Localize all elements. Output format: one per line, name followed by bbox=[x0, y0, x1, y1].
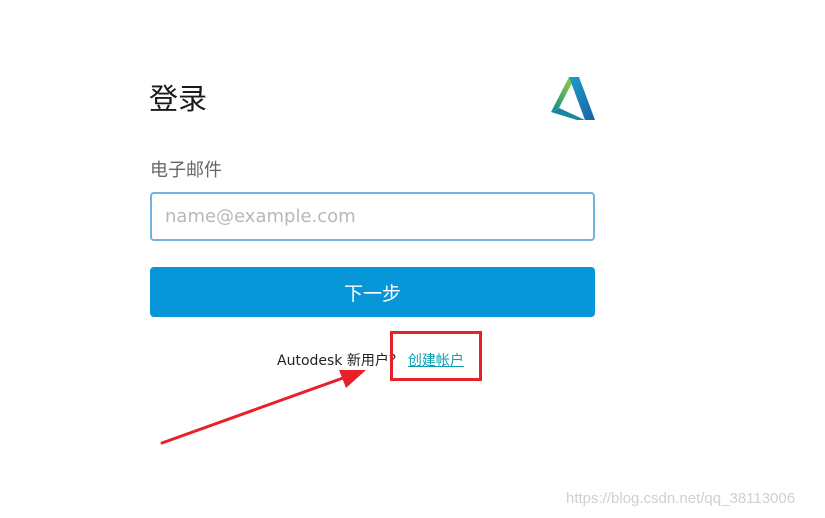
page-title: 登录 bbox=[149, 82, 208, 116]
email-label: 电子邮件 bbox=[150, 160, 222, 181]
highlight-box bbox=[390, 331, 482, 381]
new-user-text: Autodesk 新用户？ bbox=[277, 353, 403, 369]
annotation-arrow bbox=[160, 370, 366, 445]
email-input[interactable] bbox=[150, 192, 595, 241]
autodesk-logo-icon bbox=[551, 77, 595, 120]
next-button[interactable]: 下一步 bbox=[150, 267, 595, 317]
watermark-text: https://blog.csdn.net/qq_38113006 bbox=[566, 490, 796, 507]
